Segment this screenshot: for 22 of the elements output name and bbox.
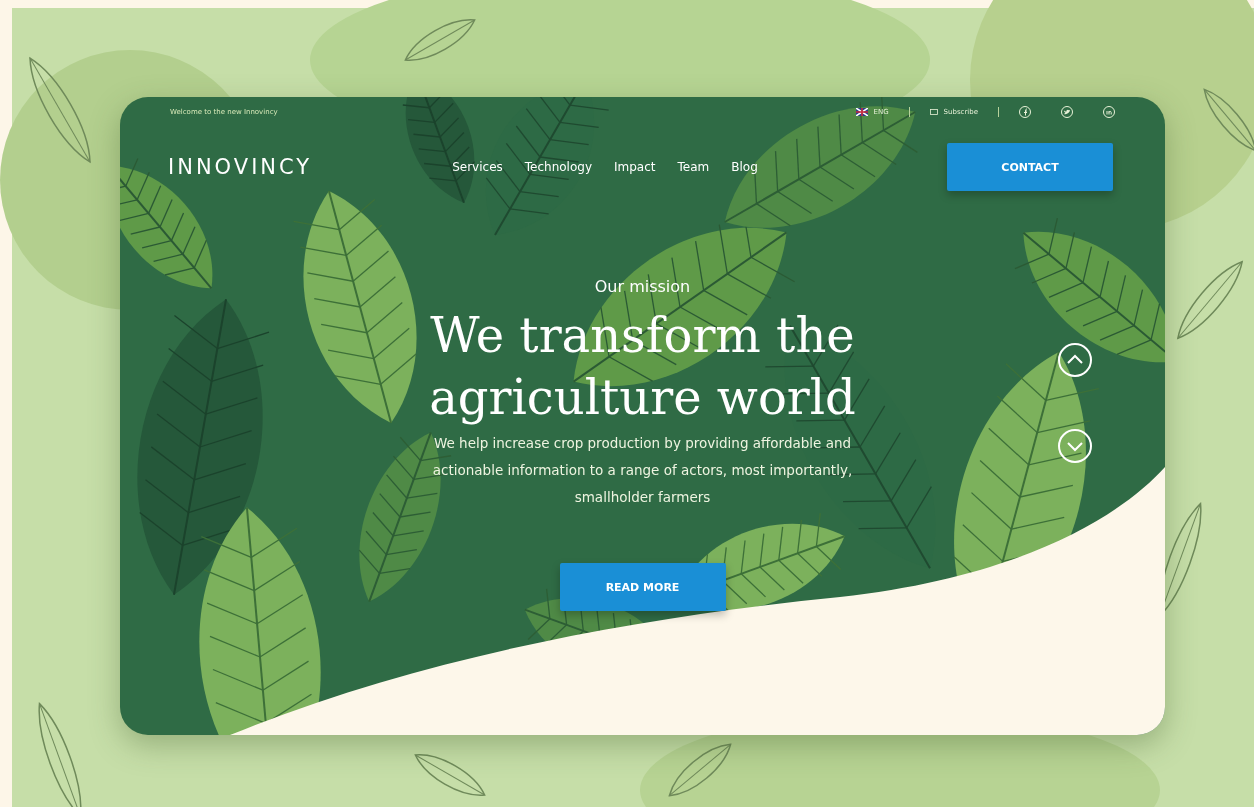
leaf-outline-drawing <box>404 19 476 61</box>
scroll-down-icon[interactable] <box>1057 428 1093 464</box>
nav-link[interactable]: Technology <box>524 160 592 174</box>
flag-icon <box>855 108 868 116</box>
contact-button[interactable]: CONTACT <box>947 143 1113 191</box>
leaf-outline-drawing <box>1203 88 1254 152</box>
nav-link[interactable]: Services <box>452 160 503 174</box>
site-logo[interactable]: INNOVINCY <box>168 155 313 179</box>
leaf-outline-drawing <box>668 743 732 797</box>
twitter-icon[interactable] <box>1061 106 1073 118</box>
nav-link[interactable]: Team <box>677 160 710 174</box>
hero-description: We help increase crop production by providing affordable and actionable information to a range of actors, most importantly, smallholder farmers <box>431 434 854 507</box>
envelope-icon <box>929 109 938 115</box>
hero-title: We transform the agriculture world <box>428 306 857 427</box>
scroll-up-icon[interactable] <box>1057 342 1093 378</box>
read-more-button[interactable]: READ MORE <box>559 563 726 611</box>
nav-link[interactable]: Impact <box>614 160 656 174</box>
section-label: Our mission <box>594 277 691 296</box>
facebook-icon[interactable] <box>1019 106 1031 118</box>
leaf-outline-drawing <box>414 754 486 796</box>
linkedin-icon[interactable] <box>1103 106 1115 118</box>
nav-link[interactable]: Blog <box>731 160 758 174</box>
